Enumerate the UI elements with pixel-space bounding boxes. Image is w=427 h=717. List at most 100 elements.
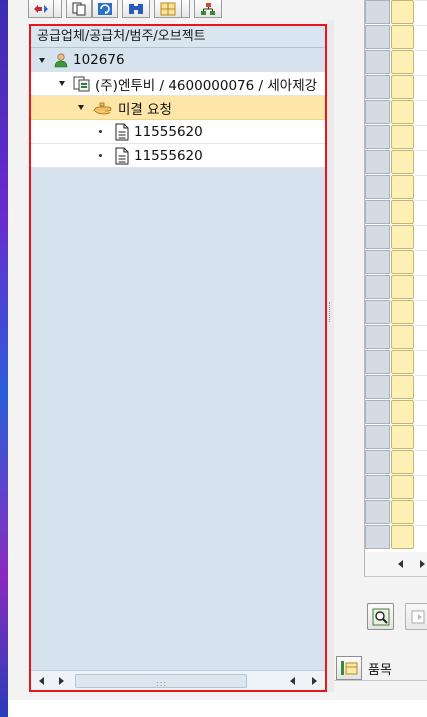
- row-selector[interactable]: [365, 0, 390, 24]
- grid-row[interactable]: [365, 25, 427, 50]
- grid-row[interactable]: [365, 50, 427, 75]
- grid-cell[interactable]: [415, 175, 427, 199]
- hierarchy-button[interactable]: [194, 0, 222, 18]
- grid-cell[interactable]: [415, 75, 427, 99]
- grid-row[interactable]: [365, 0, 427, 25]
- tree-node-supplier[interactable]: 102676: [31, 48, 325, 72]
- row-selector[interactable]: [365, 150, 390, 174]
- row-selector[interactable]: [365, 400, 390, 424]
- grid-cell[interactable]: [415, 200, 427, 224]
- row-selector[interactable]: [365, 525, 390, 549]
- grid-cell[interactable]: [415, 275, 427, 299]
- grid-row[interactable]: [365, 75, 427, 100]
- row-selector[interactable]: [365, 25, 390, 49]
- grid-row[interactable]: [365, 175, 427, 200]
- grid-cell[interactable]: [391, 500, 414, 524]
- grid-cell[interactable]: [391, 275, 414, 299]
- grid-cell[interactable]: [415, 0, 427, 24]
- row-selector[interactable]: [365, 300, 390, 324]
- grid-cell[interactable]: [391, 475, 414, 499]
- grid-cell[interactable]: [391, 175, 414, 199]
- items-section-tab[interactable]: 품목: [336, 655, 392, 681]
- scroll-left-icon[interactable]: [290, 677, 295, 685]
- row-selector[interactable]: [365, 50, 390, 74]
- grid-cell[interactable]: [391, 425, 414, 449]
- scroll-right-icon[interactable]: [312, 677, 317, 685]
- grid-row[interactable]: [365, 300, 427, 325]
- layout-dropdown[interactable]: [182, 0, 190, 18]
- grid-row[interactable]: [365, 125, 427, 150]
- tree-horizontal-scrollbar[interactable]: :::: [31, 670, 325, 690]
- grid-cell[interactable]: [391, 75, 414, 99]
- scroll-right-icon[interactable]: [59, 677, 64, 685]
- scrollbar-thumb[interactable]: :::: [75, 674, 247, 688]
- grid-row[interactable]: [365, 400, 427, 425]
- row-selector[interactable]: [365, 200, 390, 224]
- tree-node-contract[interactable]: (주)엔투비 / 4600000076 / 세아제강: [31, 72, 325, 96]
- grid-cell[interactable]: [415, 150, 427, 174]
- grid-cell[interactable]: [391, 325, 414, 349]
- grid-cell[interactable]: [415, 475, 427, 499]
- panel-splitter[interactable]: [327, 20, 334, 692]
- grid-row[interactable]: [365, 425, 427, 450]
- grid-cell[interactable]: [391, 350, 414, 374]
- row-selector[interactable]: [365, 325, 390, 349]
- grid-cell[interactable]: [415, 125, 427, 149]
- assign-button[interactable]: [28, 0, 54, 18]
- grid-cell[interactable]: [391, 525, 414, 549]
- refresh-button[interactable]: [92, 0, 118, 18]
- grid-cell[interactable]: [391, 450, 414, 474]
- row-selector[interactable]: [365, 500, 390, 524]
- grid-row[interactable]: [365, 200, 427, 225]
- grid-cell[interactable]: [391, 0, 414, 24]
- row-selector[interactable]: [365, 100, 390, 124]
- grid-cell[interactable]: [391, 100, 414, 124]
- row-selector[interactable]: [365, 75, 390, 99]
- grid-cell[interactable]: [415, 100, 427, 124]
- grid-cell[interactable]: [415, 450, 427, 474]
- grid-horizontal-scrollbar[interactable]: [364, 552, 427, 576]
- grid-row[interactable]: [365, 525, 427, 550]
- grid-cell[interactable]: [415, 250, 427, 274]
- row-selector[interactable]: [365, 175, 390, 199]
- grid-cell[interactable]: [391, 125, 414, 149]
- row-selector[interactable]: [365, 125, 390, 149]
- grid-cell[interactable]: [415, 50, 427, 74]
- grid-cell[interactable]: [415, 525, 427, 549]
- grid-row[interactable]: [365, 325, 427, 350]
- grid-cell[interactable]: [415, 375, 427, 399]
- details-button[interactable]: [405, 603, 427, 630]
- assign-dropdown[interactable]: [54, 0, 62, 18]
- grid-cell[interactable]: [391, 200, 414, 224]
- grid-cell[interactable]: [415, 500, 427, 524]
- grid-row[interactable]: [365, 150, 427, 175]
- expand-arrow-icon[interactable]: [59, 81, 65, 86]
- grid-row[interactable]: [365, 450, 427, 475]
- grid-row[interactable]: [365, 100, 427, 125]
- expand-arrow-icon[interactable]: [39, 57, 45, 63]
- tree-node-open-requests[interactable]: 미결 요청: [31, 96, 325, 120]
- grid-row[interactable]: [365, 250, 427, 275]
- grid-cell[interactable]: [415, 350, 427, 374]
- find-button[interactable]: [122, 0, 150, 18]
- grid-row[interactable]: [365, 475, 427, 500]
- grid-cell[interactable]: [415, 25, 427, 49]
- scroll-left-icon[interactable]: [398, 560, 403, 568]
- grid-cell[interactable]: [415, 325, 427, 349]
- tree-node-document[interactable]: 11555620: [31, 120, 325, 144]
- row-selector[interactable]: [365, 350, 390, 374]
- row-selector[interactable]: [365, 225, 390, 249]
- grid-cell[interactable]: [391, 250, 414, 274]
- row-selector[interactable]: [365, 475, 390, 499]
- grid-cell[interactable]: [391, 150, 414, 174]
- row-selector[interactable]: [365, 275, 390, 299]
- grid-row[interactable]: [365, 350, 427, 375]
- grid-row[interactable]: [365, 500, 427, 525]
- grid-cell[interactable]: [415, 300, 427, 324]
- layout-button[interactable]: [154, 0, 182, 18]
- grid-cell[interactable]: [415, 400, 427, 424]
- grid-row[interactable]: [365, 225, 427, 250]
- grid-row[interactable]: [365, 275, 427, 300]
- zoom-button[interactable]: [367, 603, 394, 630]
- grid-cell[interactable]: [391, 400, 414, 424]
